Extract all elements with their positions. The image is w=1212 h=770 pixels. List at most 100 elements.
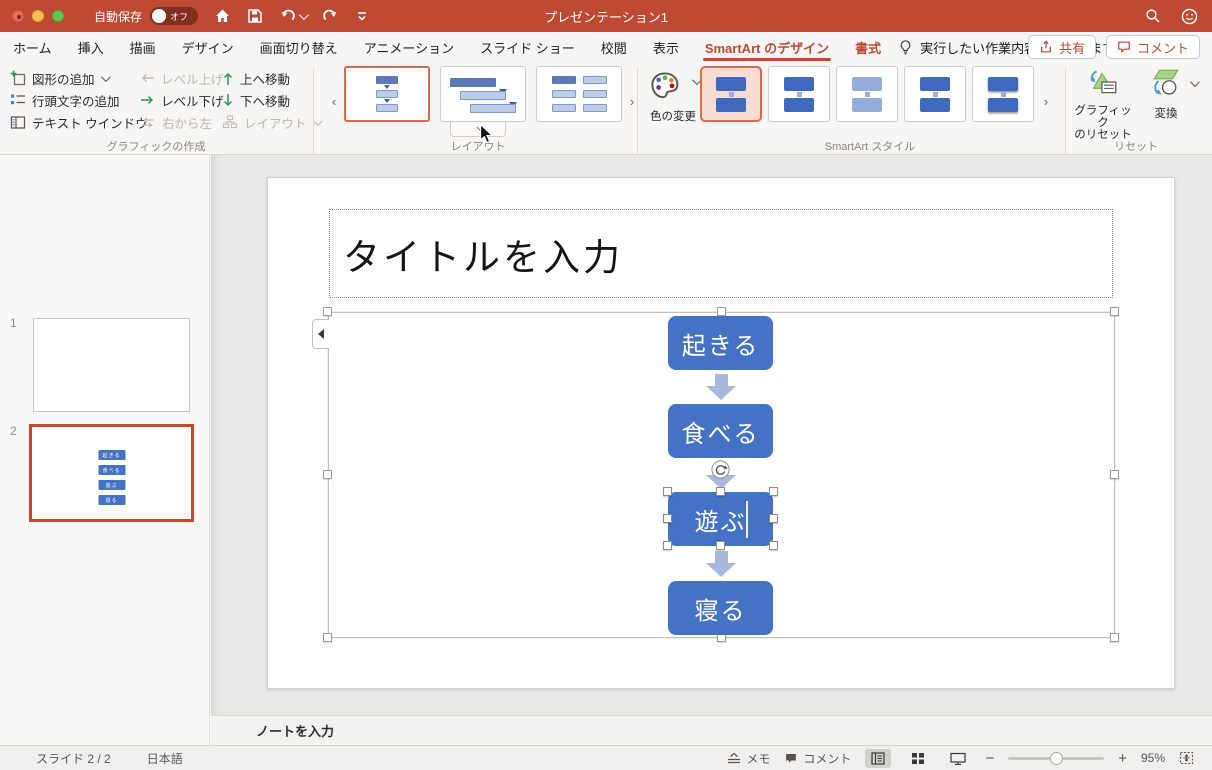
- text-pane-button[interactable]: テキスト ウインドウ: [10, 112, 148, 132]
- shape-handle-bl[interactable]: [663, 541, 672, 550]
- comments-toggle-button[interactable]: コメント: [784, 750, 851, 767]
- tab-transitions[interactable]: 画面切り替え: [247, 32, 351, 62]
- share-button[interactable]: 共有: [1028, 35, 1096, 59]
- slide-2-number: 2: [10, 424, 17, 438]
- mini-smartart-box: 遊ぶ: [98, 480, 125, 490]
- account-icon[interactable]: [1181, 8, 1198, 25]
- rotate-handle-icon[interactable]: [711, 460, 730, 479]
- smartart-style-1[interactable]: [700, 66, 762, 122]
- text-pane-toggle-button[interactable]: [312, 319, 329, 349]
- tab-view[interactable]: 表示: [640, 32, 692, 62]
- move-down-button[interactable]: 下へ移動: [222, 90, 290, 110]
- smartart-style-5[interactable]: [972, 66, 1034, 122]
- shape-handle-bm[interactable]: [716, 541, 725, 550]
- close-window-button[interactable]: [12, 10, 24, 22]
- home-icon[interactable]: [214, 8, 231, 24]
- layout-thumb-step-down-process[interactable]: [440, 66, 526, 122]
- shape-handle-mr[interactable]: [769, 514, 778, 523]
- slideshow-view-button[interactable]: [945, 749, 971, 768]
- move-up-button[interactable]: 上へ移動: [222, 68, 290, 88]
- swap-arrows-icon: [140, 116, 156, 129]
- layout-thumb-hierarchy[interactable]: [536, 66, 622, 122]
- style-gallery-next[interactable]: ›: [1040, 94, 1052, 109]
- window-controls: [12, 10, 64, 22]
- demote-button[interactable]: レベル下げ: [140, 90, 224, 110]
- smartart-shape-2[interactable]: 食べる: [668, 404, 773, 458]
- frame-handle-tr[interactable]: [1110, 307, 1119, 316]
- promote-button[interactable]: レベル上げ: [140, 68, 224, 88]
- smartart-style-2[interactable]: [768, 66, 830, 122]
- layout-button[interactable]: レイアウト: [222, 112, 320, 132]
- layout-gallery-prev[interactable]: ‹: [328, 94, 340, 109]
- language-indicator[interactable]: 日本語: [147, 750, 183, 767]
- fullscreen-window-button[interactable]: [52, 10, 64, 22]
- smartart-shape-1[interactable]: 起きる: [668, 316, 773, 370]
- frame-handle-tm[interactable]: [717, 307, 726, 316]
- smartart-style-4[interactable]: [904, 66, 966, 122]
- fit-to-window-button[interactable]: [1179, 751, 1194, 765]
- smartart-shape-4[interactable]: 寝る: [668, 581, 773, 635]
- notes-toggle-button[interactable]: メモ: [727, 750, 770, 767]
- smartart-shape-3-selected[interactable]: 遊ぶ: [668, 492, 773, 546]
- tab-format[interactable]: 書式: [842, 32, 894, 62]
- redo-icon[interactable]: [322, 8, 339, 24]
- title-placeholder[interactable]: タイトルを入力: [329, 209, 1113, 298]
- autosave-state: オフ: [170, 10, 188, 23]
- zoom-level[interactable]: 95%: [1141, 751, 1165, 765]
- zoom-slider-knob[interactable]: [1050, 752, 1063, 765]
- comments-button[interactable]: コメント: [1106, 35, 1200, 59]
- layout-thumb-vertical-process[interactable]: [344, 66, 430, 122]
- minimize-window-button[interactable]: [32, 10, 44, 22]
- slide-2-thumbnail[interactable]: 起きる 食べる 遊ぶ 寝る: [29, 424, 194, 522]
- frame-handle-bl[interactable]: [323, 633, 332, 642]
- tab-design[interactable]: デザイン: [169, 32, 247, 62]
- tab-home[interactable]: ホーム: [0, 32, 65, 62]
- notes-pane[interactable]: ノートを入力: [211, 715, 1212, 745]
- slide-1-thumbnail[interactable]: [33, 318, 190, 412]
- tab-slideshow[interactable]: スライド ショー: [467, 32, 588, 62]
- frame-handle-mr[interactable]: [1110, 470, 1119, 479]
- mini-smartart-box: 寝る: [98, 495, 125, 505]
- undo-icon[interactable]: [279, 8, 306, 24]
- mini-smartart-box: 食べる: [98, 465, 125, 475]
- shape-handle-tm[interactable]: [716, 487, 725, 496]
- save-icon[interactable]: [247, 8, 263, 24]
- comment-icon: [784, 752, 798, 765]
- ribbon-display-icon[interactable]: [355, 9, 369, 23]
- down-arrow-connector: [706, 374, 736, 400]
- title-placeholder-text: タイトルを入力: [343, 227, 623, 281]
- add-shape-button[interactable]: 図形の追加: [10, 68, 108, 88]
- smartart-style-3[interactable]: [836, 66, 898, 122]
- frame-handle-tl[interactable]: [323, 307, 332, 316]
- shape-handle-br[interactable]: [769, 541, 778, 550]
- chevron-down-icon: [1190, 77, 1200, 87]
- normal-view-button[interactable]: [865, 749, 891, 768]
- zoom-in-button[interactable]: +: [1118, 750, 1127, 767]
- reset-graphic-button[interactable]: グラフィック のリセット: [1072, 66, 1134, 141]
- frame-handle-ml[interactable]: [323, 470, 332, 479]
- autosave-label: 自動保存: [94, 8, 142, 25]
- slides-panel: 1 2 起きる 食べる 遊ぶ 寝る: [0, 155, 210, 745]
- slide-sorter-view-button[interactable]: [905, 749, 931, 768]
- slide-editor[interactable]: タイトルを入力 起きる 食べる 遊ぶ 寝る: [267, 177, 1175, 689]
- zoom-out-button[interactable]: −: [985, 750, 994, 767]
- change-colors-button[interactable]: [648, 70, 682, 102]
- layout-gallery-more-button[interactable]: [450, 122, 506, 137]
- zoom-slider[interactable]: [1008, 757, 1104, 760]
- search-icon[interactable]: [1145, 8, 1161, 24]
- slide-counter: スライド 2 / 2: [36, 750, 111, 767]
- tab-smartart-design[interactable]: SmartArt のデザイン: [692, 32, 842, 62]
- tab-draw[interactable]: 描画: [117, 32, 169, 62]
- shape-handle-tl[interactable]: [663, 487, 672, 496]
- add-bullet-button[interactable]: 行頭文字の追加: [10, 90, 120, 110]
- autosave-toggle[interactable]: オフ: [150, 7, 198, 25]
- shape-handle-tr[interactable]: [769, 487, 778, 496]
- right-to-left-button[interactable]: 右から左: [140, 112, 212, 132]
- frame-handle-br[interactable]: [1110, 633, 1119, 642]
- tab-review[interactable]: 校閲: [588, 32, 640, 62]
- tab-insert[interactable]: 挿入: [65, 32, 117, 62]
- tab-animations[interactable]: アニメーション: [351, 32, 467, 62]
- convert-button[interactable]: 変換: [1143, 66, 1189, 121]
- ribbon-tabs: ホーム 挿入 描画 デザイン 画面切り替え アニメーション スライド ショー 校…: [0, 32, 1212, 62]
- shape-handle-ml[interactable]: [663, 514, 672, 523]
